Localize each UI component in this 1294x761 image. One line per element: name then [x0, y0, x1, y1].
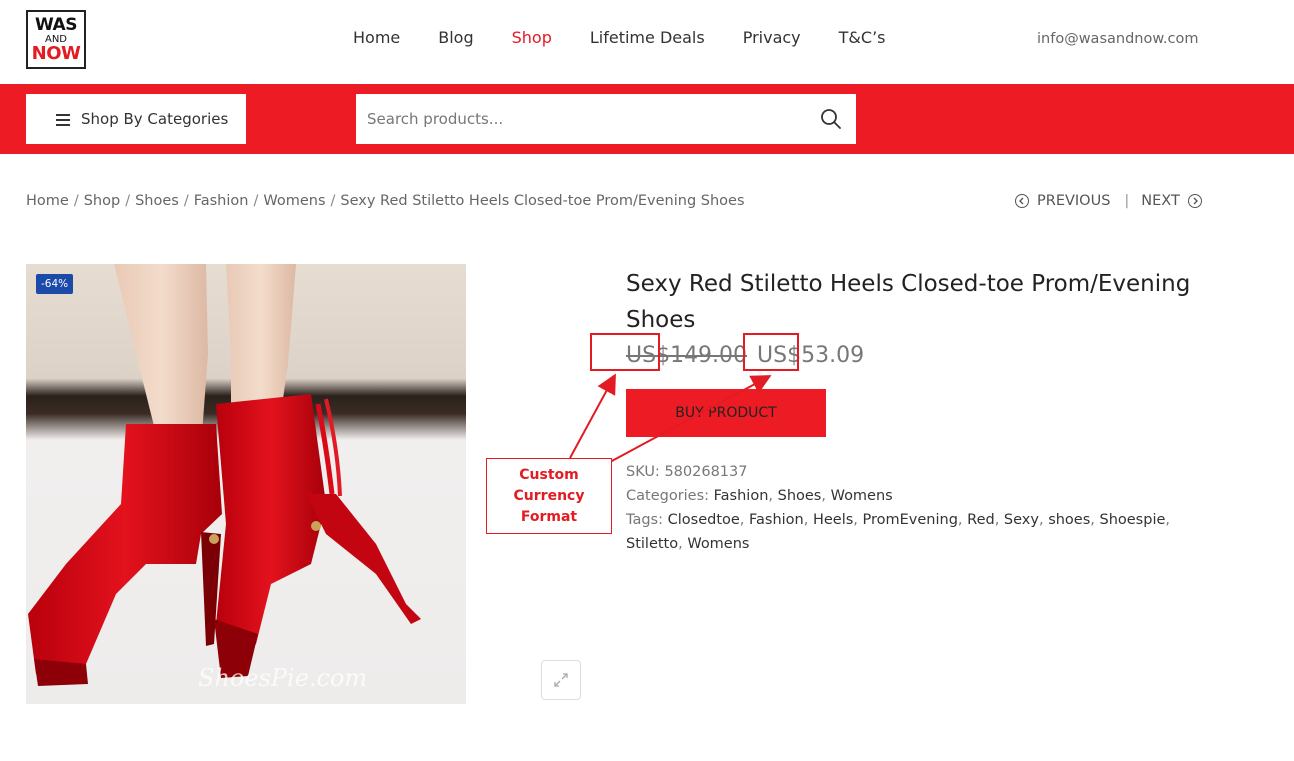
tags-row: Tags: Closedtoe, Fashion, Heels, PromEve…: [626, 512, 1171, 552]
tag-link[interactable]: Womens: [687, 536, 749, 552]
shop-by-categories-button[interactable]: Shop By Categories: [26, 94, 246, 144]
category-link[interactable]: Fashion: [714, 488, 769, 504]
sku-row: SKU: 580268137: [626, 460, 1186, 484]
categories-label: Categories:: [626, 488, 710, 504]
image-watermark: ShoesPie.com: [198, 664, 368, 692]
image-zoom-button[interactable]: [541, 660, 581, 700]
next-link[interactable]: NEXT: [1141, 193, 1180, 209]
breadcrumb-womens[interactable]: Womens: [263, 193, 325, 209]
tag-link[interactable]: Red: [967, 512, 995, 528]
site-logo[interactable]: WAS AND NOW: [26, 10, 86, 69]
logo-text-was: WAS: [35, 14, 77, 35]
category-link[interactable]: Womens: [831, 488, 893, 504]
buy-product-button[interactable]: BUY PRODUCT: [626, 389, 826, 437]
main-nav: Home Blog Shop Lifetime Deals Privacy T&…: [353, 28, 923, 47]
callout-line-2: Currency: [513, 487, 585, 504]
breadcrumb-current: Sexy Red Stiletto Heels Closed-toe Prom/…: [340, 193, 745, 209]
search-icon[interactable]: [820, 108, 842, 130]
tag-link[interactable]: Fashion: [749, 512, 804, 528]
tags-label: Tags:: [626, 512, 663, 528]
breadcrumb-fashion[interactable]: Fashion: [194, 193, 249, 209]
nav-terms[interactable]: T&C’s: [839, 28, 886, 47]
sku-value: 580268137: [664, 464, 748, 480]
nav-shop[interactable]: Shop: [512, 28, 552, 47]
currency-highlight-box-new: [743, 333, 799, 371]
breadcrumb-shoes[interactable]: Shoes: [135, 193, 179, 209]
tag-link[interactable]: Sexy: [1004, 512, 1039, 528]
category-search-bar: Shop By Categories: [0, 84, 1294, 154]
callout-line-1: Custom: [519, 466, 579, 483]
discount-badge: -64%: [36, 274, 74, 294]
product-pager: PREVIOUS | NEXT: [1015, 193, 1202, 209]
product-image[interactable]: -64% ShoesPie.com: [26, 264, 466, 704]
breadcrumb-shop[interactable]: Shop: [84, 193, 120, 209]
tag-link[interactable]: Shoespie: [1100, 512, 1166, 528]
tag-link[interactable]: PromEvening: [863, 512, 958, 528]
contact-email[interactable]: info@wasandnow.com: [1037, 31, 1198, 47]
tag-link[interactable]: shoes: [1048, 512, 1090, 528]
product-meta: SKU: 580268137 Categories: Fashion, Shoe…: [626, 460, 1186, 556]
pager-divider: |: [1124, 193, 1130, 209]
categories-row: Categories: Fashion, Shoes, Womens: [626, 488, 893, 504]
sku-label: SKU:: [626, 464, 660, 480]
product-title: Sexy Red Stiletto Heels Closed-toe Prom/…: [626, 271, 1191, 333]
search-input[interactable]: [356, 94, 796, 144]
expand-icon: [554, 673, 568, 687]
nav-privacy[interactable]: Privacy: [743, 28, 801, 47]
breadcrumb-home[interactable]: Home: [26, 193, 69, 209]
shop-by-categories-label: Shop By Categories: [81, 110, 229, 128]
product-search: [356, 94, 856, 144]
logo-text-now: NOW: [31, 42, 81, 64]
nav-home[interactable]: Home: [353, 28, 400, 47]
previous-link[interactable]: PREVIOUS: [1037, 193, 1110, 209]
custom-currency-format-callout: Custom Currency Format: [486, 458, 612, 534]
breadcrumb: Home / Shop / Shoes / Fashion / Womens / Sexy Red …: [26, 193, 745, 209]
red-stiletto-shoes-illustration: [28, 264, 421, 686]
chevron-right-circle-icon[interactable]: [1187, 194, 1202, 208]
nav-blog[interactable]: Blog: [438, 28, 473, 47]
currency-highlight-box-old: [590, 333, 660, 371]
tag-link[interactable]: Heels: [813, 512, 853, 528]
tag-link[interactable]: Closedtoe: [668, 512, 740, 528]
hamburger-menu-icon: [56, 113, 70, 126]
category-link[interactable]: Shoes: [778, 488, 822, 504]
annotation-arrow-old: [569, 373, 616, 459]
callout-line-3: Format: [520, 508, 578, 525]
tag-link[interactable]: Stiletto: [626, 536, 678, 552]
nav-lifetime-deals[interactable]: Lifetime Deals: [590, 28, 705, 47]
chevron-left-circle-icon[interactable]: [1015, 194, 1029, 208]
